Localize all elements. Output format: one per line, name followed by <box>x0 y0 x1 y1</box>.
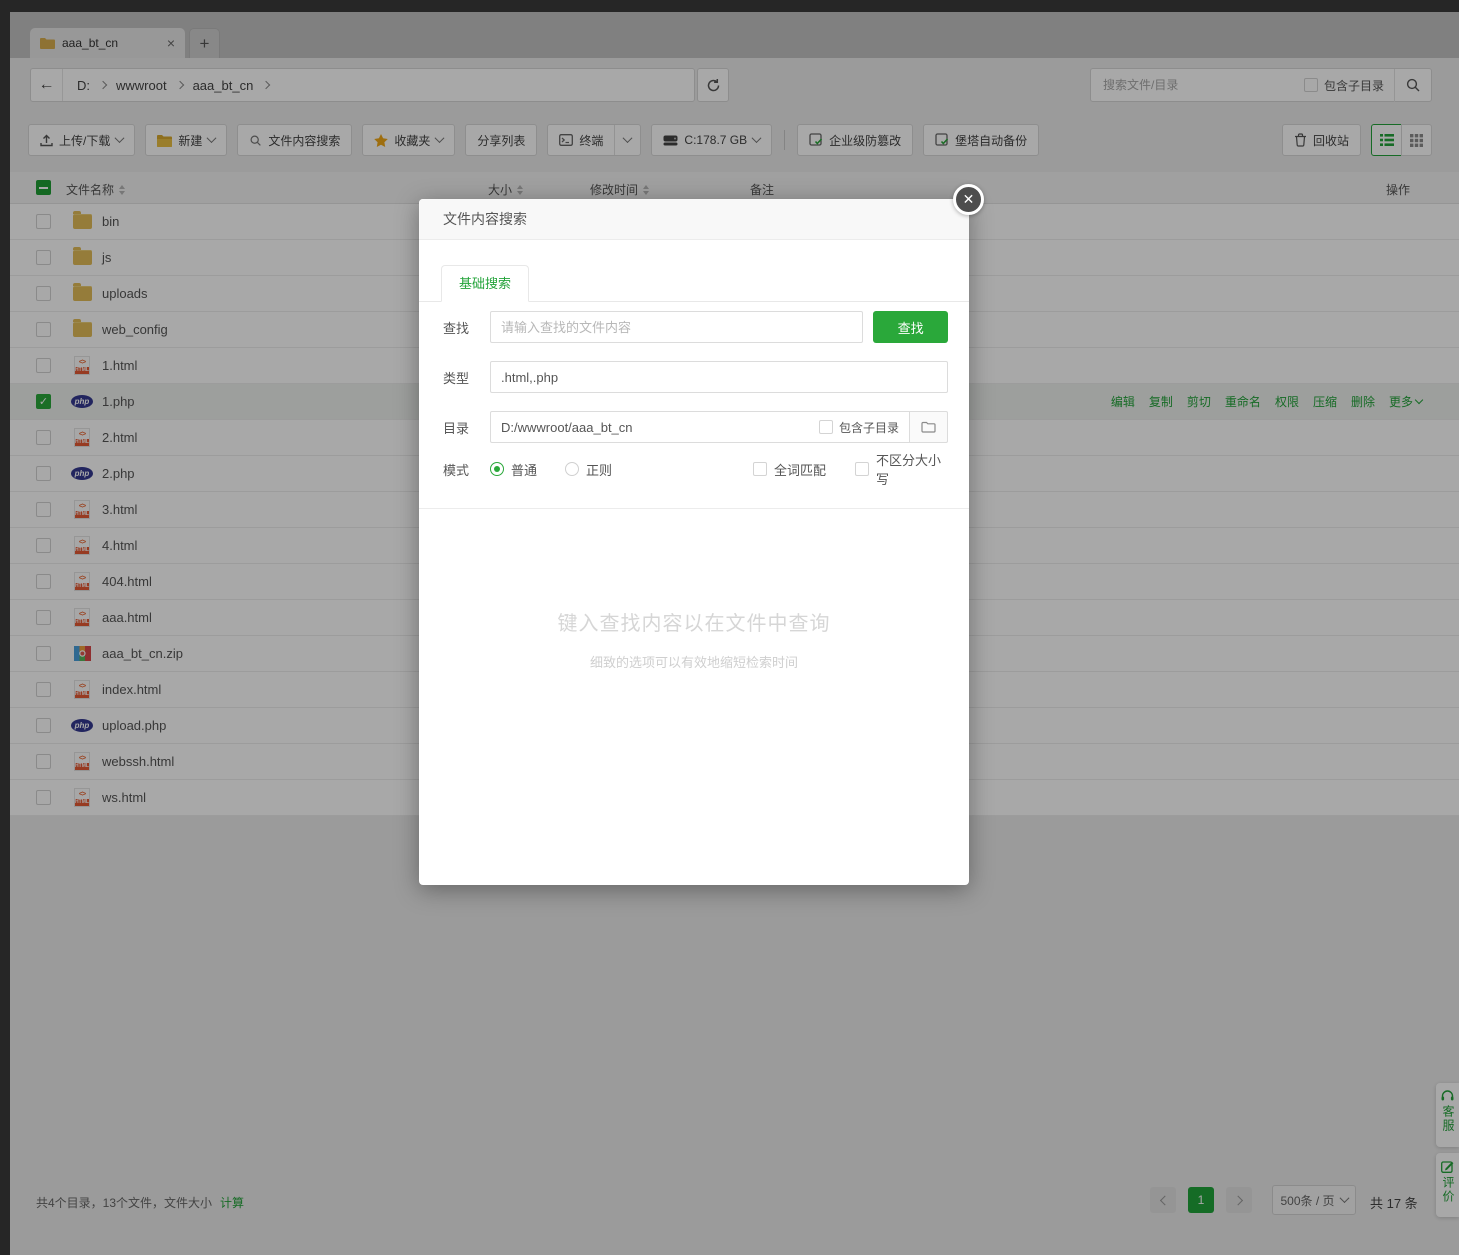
find-button[interactable]: 查找 <box>873 311 948 343</box>
ignore-case-checkbox-option[interactable]: 不区分大小写 <box>855 450 948 488</box>
dir-label: 目录 <box>443 420 470 436</box>
type-row: 类型 <box>443 361 948 393</box>
whole-word-checkbox-option[interactable]: 全词匹配 <box>753 460 826 479</box>
dir-input[interactable]: D:/wwwroot/aaa_bt_cn 包含子目录 <box>490 411 910 443</box>
modal-divider <box>419 508 969 509</box>
modal-tab-bar: 基础搜索 <box>419 265 969 302</box>
find-row: 查找 查找 <box>443 311 948 343</box>
mode-regex-label: 正则 <box>586 462 613 478</box>
radio-off-icon[interactable] <box>565 462 579 476</box>
dir-input-group: D:/wwwroot/aaa_bt_cn 包含子目录 <box>490 411 948 443</box>
file-manager-screen: aaa_bt_cn × + ← D:wwwrootaaa_bt_cn 包含子目录… <box>0 0 1459 1255</box>
dir-row: 目录 D:/wwwroot/aaa_bt_cn 包含子目录 <box>443 411 948 443</box>
whole-word-label: 全词匹配 <box>774 462 827 478</box>
find-label: 查找 <box>443 320 470 336</box>
whole-word-checkbox[interactable] <box>753 462 767 476</box>
type-label: 类型 <box>443 370 470 386</box>
ignore-case-checkbox[interactable] <box>855 462 869 476</box>
mode-row: 模式 普通 正则 全词匹配 不区分大小写 <box>443 453 948 487</box>
dir-subdir-checkbox[interactable] <box>818 420 833 434</box>
modal-title: 文件内容搜索 <box>419 199 969 240</box>
mode-normal-label: 普通 <box>511 462 538 478</box>
dir-subdir-label: 包含子目录 <box>838 420 899 435</box>
type-input[interactable] <box>490 361 948 393</box>
folder-icon <box>921 421 936 433</box>
tab-basic-search[interactable]: 基础搜索 <box>441 265 529 302</box>
dir-subdir-option[interactable]: 包含子目录 <box>818 419 899 436</box>
mode-label: 模式 <box>443 462 470 478</box>
mode-regex-radio[interactable]: 正则 <box>565 460 612 479</box>
content-search-modal: ✕ 文件内容搜索 基础搜索 查找 查找 类型 目录 D:/wwwroot/aaa… <box>419 184 984 885</box>
find-input[interactable] <box>490 311 864 343</box>
dir-value: D:/wwwroot/aaa_bt_cn <box>501 419 633 435</box>
modal-close-button[interactable]: ✕ <box>953 184 984 215</box>
ignore-case-label: 不区分大小写 <box>876 453 942 487</box>
radio-on-icon[interactable] <box>490 462 504 476</box>
mode-normal-radio[interactable]: 普通 <box>490 460 537 479</box>
empty-state: 键入查找内容以在文件中查询 细致的选项可以有效地缩短检索时间 <box>419 607 969 671</box>
empty-subtitle: 细致的选项可以有效地缩短检索时间 <box>589 655 798 670</box>
dir-browse-button[interactable] <box>910 411 948 443</box>
empty-title: 键入查找内容以在文件中查询 <box>557 613 831 635</box>
